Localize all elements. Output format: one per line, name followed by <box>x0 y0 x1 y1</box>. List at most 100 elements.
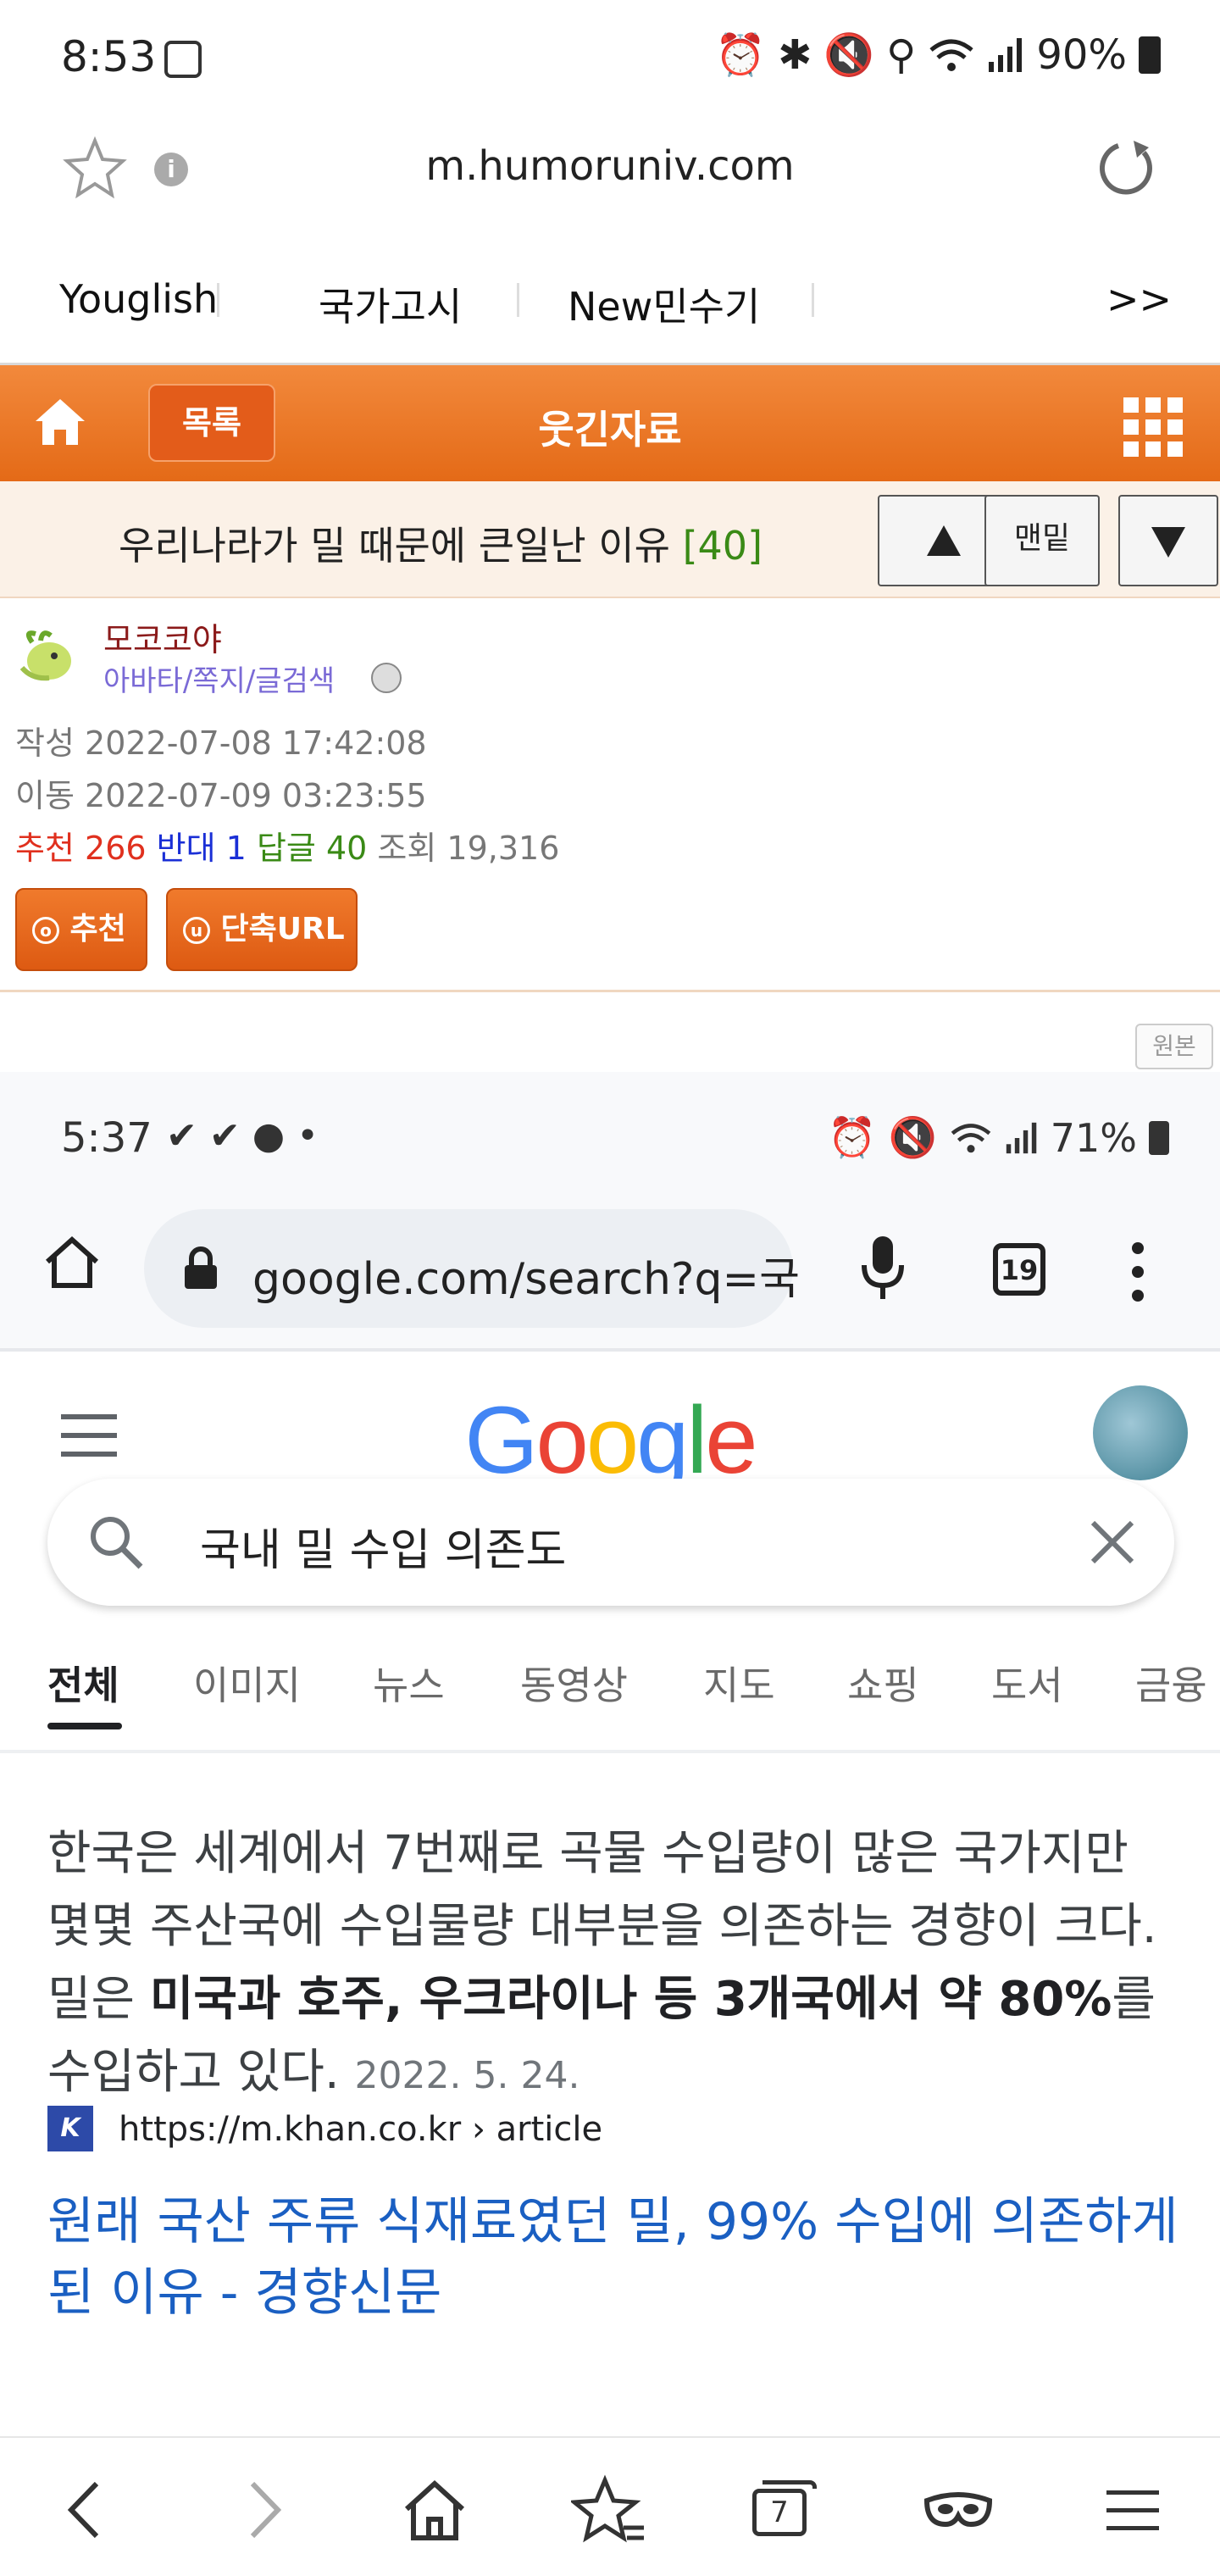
replies-label: 답글 <box>256 830 316 867</box>
google-tab-news: 뉴스 <box>373 1663 445 1708</box>
board-title: 웃긴자료 <box>538 407 682 452</box>
section-divider <box>0 990 1220 992</box>
moved-value: 2022-07-09 03:23:55 <box>85 777 427 814</box>
secret-mode-icon[interactable] <box>920 2472 996 2548</box>
google-tabs-divider <box>0 1750 1220 1753</box>
tabs-stack-edge <box>762 2480 817 2489</box>
post-title-bar: 우리나라가 밀 때문에 큰일난 이유 [40] 맨밑 <box>0 481 1220 598</box>
result-title-link: 원래 국산 주류 식재료였던 밀, 99% 수입에 의존하게 된 이유 - 경향… <box>47 2192 1178 2323</box>
status-time: 8:53 <box>61 32 157 81</box>
url-text[interactable]: m.humoruniv.com <box>0 142 1220 190</box>
location-icon: ⚲ <box>886 31 917 79</box>
forward-arrow-icon[interactable] <box>225 2472 302 2548</box>
post-title-text: 우리나라가 밀 때문에 큰일난 이유 <box>119 523 670 569</box>
clear-search-icon <box>1090 1520 1134 1564</box>
browser-bottom-nav: 7 <box>0 2436 1220 2576</box>
bookmark-divider <box>812 283 814 317</box>
written-date: 작성 2022-07-08 17:42:08 <box>15 717 427 763</box>
recommend-button[interactable]: o 추천 <box>15 888 147 971</box>
signal-icon <box>989 37 1023 72</box>
site-header: 목록 웃긴자료 <box>0 363 1220 481</box>
lock-icon <box>185 1246 217 1289</box>
screenshot-home-icon <box>45 1235 99 1288</box>
bookmarks-star-icon[interactable] <box>571 2472 647 2548</box>
url-bar: i m.humoruniv.com <box>0 110 1220 229</box>
google-search-query: 국내 밀 수입 의존도 <box>200 1525 567 1576</box>
more-vertical-icon <box>1132 1242 1144 1302</box>
tabs-count: 7 <box>770 2496 789 2529</box>
embedded-screenshot: 5:37 ✔ ✔ ● • ⏰ 🔇 71% google.com/search?q… <box>0 1072 1220 2436</box>
snippet-text-bold: 미국과 호주, 우크라이나 등 3개국에서 약 80% <box>149 1972 1112 2027</box>
bookmarks-more-button[interactable]: >> <box>1106 276 1172 322</box>
written-value: 2022-07-08 17:42:08 <box>85 724 427 762</box>
bookmark-new-minsugi[interactable]: New민수기 <box>568 276 760 332</box>
moved-date: 이동 2022-07-09 03:23:55 <box>15 769 427 816</box>
google-tab-finance: 금융 <box>1135 1663 1207 1708</box>
screenshot-mute-icon: 🔇 <box>888 1114 937 1160</box>
recommend-count: 266 <box>85 830 147 867</box>
screenshot-status-time: 5:37 <box>61 1114 152 1162</box>
author-avatar[interactable] <box>15 625 78 683</box>
views-label: 조회 <box>377 830 437 867</box>
google-tab-books: 도서 <box>991 1663 1063 1708</box>
short-url-circle-icon: u <box>183 917 210 944</box>
google-results: Google 국내 밀 수입 의존도 전체 이미지 뉴스 동영상 지도 쇼핑 도… <box>0 1352 1220 2436</box>
scroll-down-button[interactable] <box>1118 495 1218 586</box>
screenshot-alarm-icon: ⏰ <box>828 1114 877 1160</box>
moved-label: 이동 <box>15 777 75 814</box>
author-links[interactable]: 아바타/쪽지/글검색 <box>103 658 335 699</box>
google-tab-all: 전체 <box>47 1663 119 1708</box>
screenshot-battery-percent: 71% <box>1050 1114 1137 1161</box>
screenshot-address-bar: google.com/search?q=국 <box>144 1209 800 1328</box>
back-arrow-icon[interactable] <box>47 2472 124 2548</box>
post-title: 우리나라가 밀 때문에 큰일난 이유 [40] <box>119 515 762 571</box>
author-name[interactable]: 모코코야 <box>103 613 222 660</box>
status-bar: 8:53 ⏰ ✱ 🔇 ⚲ 90% <box>0 0 1220 110</box>
short-url-button-label: 단축URL <box>220 912 345 947</box>
screenshot-battery-icon <box>1149 1120 1169 1155</box>
snippet-date: 2022. 5. 24. <box>354 2054 580 2097</box>
reload-icon[interactable] <box>1093 136 1157 200</box>
grid-menu-icon[interactable] <box>1123 397 1183 457</box>
home-nav-icon[interactable] <box>396 2472 473 2548</box>
hamburger-nav-icon[interactable] <box>1095 2472 1171 2548</box>
google-tab-images: 이미지 <box>193 1663 301 1708</box>
replies-count: 40 <box>325 830 368 867</box>
result-site-url: https://m.khan.co.kr › article <box>119 2110 603 2149</box>
recommend-circle-icon: o <box>32 917 59 944</box>
google-tab-videos: 동영상 <box>520 1663 628 1708</box>
tabs-button[interactable]: 7 <box>746 2472 822 2548</box>
level-badge-icon <box>371 663 402 693</box>
status-icons: ⏰ ✱ 🔇 ⚲ 90% <box>715 31 1161 79</box>
screenshot-status-right: ⏰ 🔇 71% <box>828 1114 1169 1161</box>
triangle-down-icon <box>1151 527 1185 558</box>
bookmark-youglish[interactable]: Youglish <box>59 276 218 322</box>
google-tab-active-underline <box>47 1723 122 1729</box>
bookmark-divider <box>517 283 519 317</box>
original-image-button[interactable]: 원본 <box>1135 1024 1213 1069</box>
mute-icon: 🔇 <box>824 31 875 79</box>
views-count: 19,316 <box>446 830 560 867</box>
bookmarks-bar: Youglish 국가고시 New민수기 >> <box>0 254 1220 356</box>
post-comment-count[interactable]: [40] <box>683 523 762 569</box>
triangle-up-icon <box>927 525 961 556</box>
search-icon <box>91 1517 143 1569</box>
google-tab-shopping: 쇼핑 <box>847 1663 919 1708</box>
google-account-avatar <box>1093 1385 1188 1480</box>
site-favicon-icon: K <box>47 2106 93 2151</box>
microphone-icon <box>862 1236 904 1299</box>
tabs-nav-icon: 7 <box>752 2489 807 2536</box>
tab-count-icon: 19 <box>993 1243 1045 1296</box>
screenshot-address-text: google.com/search?q=국 <box>252 1254 800 1305</box>
recommend-button-label: 추천 <box>69 912 126 947</box>
tab-count: 19 <box>1000 1254 1039 1286</box>
screenshot-signal-icon <box>1006 1122 1037 1153</box>
short-url-button[interactable]: u 단축URL <box>166 888 358 971</box>
alarm-icon: ⏰ <box>715 31 767 79</box>
recommend-label: 추천 <box>15 830 75 867</box>
bookmark-national-exam[interactable]: 국가고시 <box>319 276 462 332</box>
written-label: 작성 <box>15 724 75 762</box>
google-tab-maps: 지도 <box>703 1663 775 1708</box>
scroll-bottom-button[interactable]: 맨밑 <box>984 495 1100 586</box>
google-search-box: 국내 밀 수입 의존도 <box>47 1479 1174 1606</box>
